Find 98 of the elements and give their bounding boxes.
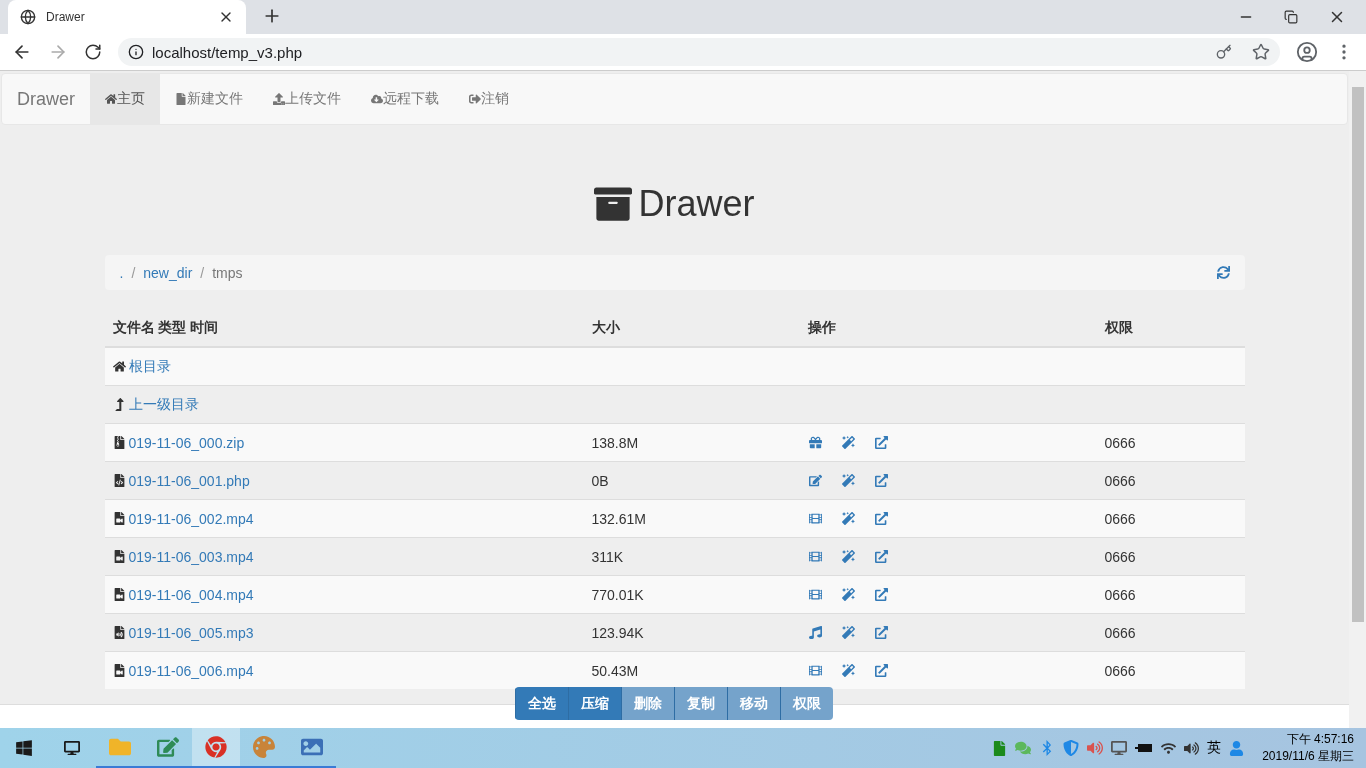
archive-icon xyxy=(594,185,633,223)
clock-date: 2019/11/6 星期三 xyxy=(1262,748,1354,765)
external-link-icon[interactable] xyxy=(874,512,888,525)
table-cell-text: 123.94K xyxy=(591,624,645,641)
zip-file-icon xyxy=(112,436,126,449)
edit-icon[interactable] xyxy=(808,474,822,487)
clock-time: 下午 4:57:16 xyxy=(1286,731,1354,748)
volume-icon[interactable] xyxy=(1184,740,1200,756)
table-cell-text: 0666 xyxy=(1104,510,1137,527)
table-cell-text: 0666 xyxy=(1104,434,1137,451)
table-cell-text: 0666 xyxy=(1104,472,1137,489)
browser-icon[interactable] xyxy=(192,728,240,768)
windows-logo-icon xyxy=(15,739,33,757)
external-link-icon[interactable] xyxy=(874,474,888,487)
magic-wand-icon[interactable] xyxy=(841,512,855,525)
globe-icon xyxy=(20,9,36,25)
browser-tab[interactable]: Drawer xyxy=(8,0,246,34)
reload-icon[interactable] xyxy=(84,43,102,61)
star-icon[interactable] xyxy=(1252,43,1270,61)
input-method-indicator[interactable]: 英 xyxy=(1207,739,1222,757)
table-cell-text: 0666 xyxy=(1104,548,1137,565)
table-cell-text: 0666 xyxy=(1104,662,1137,679)
refresh-icon[interactable] xyxy=(1216,266,1230,279)
video-file-icon xyxy=(112,664,126,677)
monitor-icon[interactable] xyxy=(1111,740,1128,756)
table-cell-text: 0666 xyxy=(1104,624,1137,641)
table-cell-text: 311K xyxy=(591,548,625,565)
column-header: 操作 xyxy=(807,319,837,337)
restore-icon[interactable] xyxy=(1284,10,1298,24)
magic-wand-icon[interactable] xyxy=(841,664,855,677)
table-cell-text: 132.61M xyxy=(591,510,647,527)
magic-wand-icon[interactable] xyxy=(841,588,855,601)
film-icon[interactable] xyxy=(808,550,822,563)
home-icon xyxy=(112,360,126,373)
file-link[interactable]: 019-11-06_003.mp4 xyxy=(128,548,254,565)
external-link-icon[interactable] xyxy=(874,550,888,563)
magic-wand-icon[interactable] xyxy=(841,474,855,487)
breadcrumb-link[interactable]: tmps xyxy=(212,264,243,281)
folder-link[interactable]: 根目录 xyxy=(128,357,171,376)
nav-link[interactable]: 新建文件 xyxy=(160,74,258,124)
upload-icon xyxy=(273,93,285,105)
home-icon xyxy=(105,93,117,105)
file-link[interactable]: 019-11-06_000.zip xyxy=(128,434,245,451)
external-link-icon[interactable] xyxy=(874,436,888,449)
nav-link[interactable]: 主页 xyxy=(90,74,160,124)
breadcrumb-separator: / xyxy=(199,264,206,281)
magic-wand-icon[interactable] xyxy=(841,436,855,449)
video-file-icon xyxy=(112,588,126,601)
external-link-icon[interactable] xyxy=(874,588,888,601)
action-button[interactable]: 全选 xyxy=(515,687,568,720)
film-icon[interactable] xyxy=(808,512,822,525)
column-header: 文件名 类型 时间 xyxy=(112,319,220,337)
column-header: 大小 xyxy=(591,319,621,337)
nav-link[interactable]: 注销 xyxy=(454,74,524,124)
folder-link[interactable]: 上一级目录 xyxy=(128,395,199,414)
breadcrumb-link[interactable]: . xyxy=(119,264,124,281)
magic-wand-icon[interactable] xyxy=(841,626,855,639)
breadcrumb-separator: / xyxy=(130,264,137,281)
music-icon[interactable] xyxy=(808,626,822,639)
info-icon xyxy=(128,44,144,60)
breadcrumb-link[interactable]: new_dir xyxy=(143,264,193,281)
speaker-icon[interactable] xyxy=(1087,740,1104,756)
file-link[interactable]: 019-11-06_001.php xyxy=(128,472,250,489)
code-file-icon xyxy=(112,474,126,487)
gift-icon[interactable] xyxy=(808,436,822,449)
address-field[interactable]: localhost/temp_v3.php xyxy=(118,38,1280,66)
table-cell-text: 138.8M xyxy=(591,434,640,451)
video-file-icon xyxy=(112,512,126,525)
table-cell-text: 770.01K xyxy=(591,586,645,603)
magic-wand-icon[interactable] xyxy=(841,550,855,563)
table-cell-text: 50.43M xyxy=(591,662,640,679)
nav-link[interactable]: 上传文件 xyxy=(258,74,356,124)
table-cell-text: 0B xyxy=(591,472,610,489)
file-link[interactable]: 019-11-06_005.mp3 xyxy=(128,624,254,641)
sign-out-icon xyxy=(469,93,481,105)
key-icon[interactable] xyxy=(1216,44,1232,60)
brand-link[interactable]: Drawer xyxy=(2,74,90,124)
file-link[interactable]: 019-11-06_002.mp4 xyxy=(128,510,254,527)
app-tray-icon[interactable] xyxy=(992,740,1008,756)
action-button[interactable]: 压缩 xyxy=(568,687,621,720)
page-title: Drawer xyxy=(638,183,755,225)
external-link-icon[interactable] xyxy=(874,626,888,639)
file-link[interactable]: 019-11-06_004.mp4 xyxy=(128,586,254,603)
external-link-icon[interactable] xyxy=(874,664,888,677)
cloud-download-icon xyxy=(371,93,383,105)
file-icon xyxy=(175,93,187,105)
film-icon[interactable] xyxy=(808,664,822,677)
battery-icon[interactable] xyxy=(1135,742,1154,754)
film-icon[interactable] xyxy=(808,588,822,601)
nav-link[interactable]: 远程下载 xyxy=(356,74,454,124)
video-file-icon xyxy=(112,550,126,563)
audio-file-icon xyxy=(112,626,126,639)
wifi-icon[interactable] xyxy=(1161,740,1177,756)
profile-icon[interactable] xyxy=(1296,41,1318,63)
tab-title: Drawer xyxy=(46,10,85,24)
table-cell-text: 0666 xyxy=(1104,586,1137,603)
column-header: 权限 xyxy=(1104,319,1134,337)
file-link[interactable]: 019-11-06_006.mp4 xyxy=(128,662,254,679)
